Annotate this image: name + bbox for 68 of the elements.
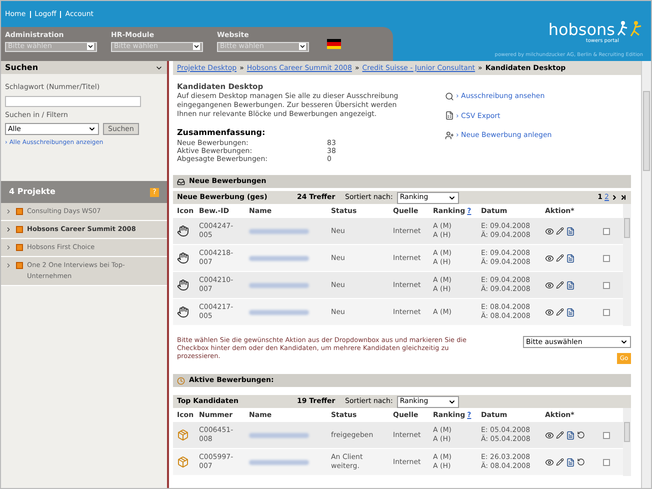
document-icon[interactable] — [566, 430, 575, 440]
view-icon[interactable] — [545, 308, 554, 316]
view-icon[interactable] — [545, 458, 554, 466]
edit-icon[interactable] — [556, 308, 564, 316]
blurred-name — [249, 432, 309, 438]
edit-icon[interactable] — [556, 281, 564, 289]
folder-icon — [16, 208, 23, 215]
row-checkbox[interactable] — [603, 254, 610, 262]
scrollbar[interactable] — [623, 408, 631, 476]
row-checkbox[interactable] — [603, 308, 610, 316]
blurred-name — [249, 256, 309, 260]
caret-icon — [620, 338, 628, 346]
blurred-name — [249, 460, 309, 464]
edit-icon[interactable] — [556, 458, 564, 466]
caret-icon — [193, 43, 200, 50]
folder-icon — [16, 262, 23, 269]
edit-icon[interactable] — [556, 254, 564, 262]
expand-icon — [5, 244, 12, 251]
caret-icon — [87, 43, 94, 50]
blurred-name — [249, 282, 309, 288]
hand-icon — [177, 306, 189, 318]
row-checkbox[interactable] — [603, 282, 610, 288]
expand-icon — [5, 262, 12, 269]
hand-icon — [177, 252, 189, 264]
view-icon[interactable] — [545, 254, 554, 262]
clock-icon — [177, 376, 185, 384]
row-checkbox[interactable] — [603, 458, 610, 466]
scrollbar[interactable] — [623, 204, 631, 326]
edit-icon[interactable] — [556, 431, 564, 439]
spreadsheet-icon — [445, 111, 454, 120]
box-icon — [177, 429, 189, 441]
folder-icon — [16, 226, 23, 233]
magnifier-icon — [445, 92, 454, 101]
panel-title: Suchen — [5, 62, 38, 74]
running-figures-icon — [617, 20, 643, 38]
expand-icon — [5, 208, 12, 215]
hand-icon — [177, 225, 189, 237]
box-icon — [177, 456, 189, 468]
inbox-icon — [177, 178, 185, 186]
caret-icon — [299, 43, 306, 50]
caret-icon — [448, 194, 456, 202]
panel-title: 4 Projekte — [9, 186, 56, 198]
person-plus-icon — [445, 130, 454, 140]
german-flag-icon[interactable] — [327, 39, 341, 49]
hand-icon — [177, 279, 189, 291]
blurred-name — [249, 310, 309, 314]
blurred-name — [249, 228, 309, 234]
document-icon[interactable] — [566, 254, 575, 262]
expand-icon — [5, 226, 12, 233]
edit-icon[interactable] — [556, 227, 564, 235]
caret-icon — [448, 398, 456, 406]
view-icon[interactable] — [545, 226, 554, 236]
row-checkbox[interactable] — [603, 432, 610, 438]
view-icon[interactable] — [545, 280, 554, 290]
view-icon[interactable] — [545, 430, 554, 440]
next-icon[interactable] — [611, 194, 618, 201]
logo-text: hobsons — [548, 22, 615, 38]
folder-icon — [16, 244, 23, 251]
document-icon[interactable] — [566, 308, 575, 316]
document-icon[interactable] — [566, 226, 575, 236]
caret-icon — [88, 125, 96, 133]
document-icon[interactable] — [566, 280, 575, 290]
last-icon[interactable] — [620, 194, 627, 201]
row-checkbox[interactable] — [603, 228, 610, 234]
page-scrollbar[interactable] — [641, 61, 651, 488]
document-icon[interactable] — [566, 458, 575, 466]
keyword-field[interactable] — [5, 96, 141, 106]
summary-title: Zusammenfassung: — [177, 127, 266, 140]
